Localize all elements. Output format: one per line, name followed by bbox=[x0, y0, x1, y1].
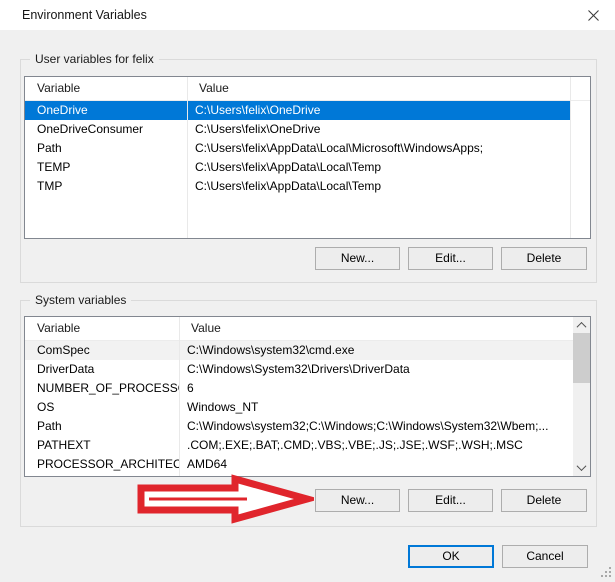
column-divider[interactable] bbox=[179, 317, 180, 476]
value-cell: C:\Windows\System32\Drivers\DriverData bbox=[179, 360, 573, 379]
system-variables-table: Variable Value ComSpec C:\Windows\system… bbox=[24, 316, 591, 477]
value-cell: 6 bbox=[179, 379, 573, 398]
chevron-down-icon bbox=[577, 461, 587, 471]
table-row[interactable]: OS Windows_NT bbox=[25, 398, 573, 417]
value-cell: .COM;.EXE;.BAT;.CMD;.VBS;.VBE;.JS;.JSE;.… bbox=[179, 436, 573, 455]
vertical-scrollbar[interactable] bbox=[573, 317, 590, 476]
variable-cell: PATHEXT bbox=[25, 436, 179, 455]
variable-cell: OneDrive bbox=[25, 101, 187, 120]
column-divider[interactable] bbox=[570, 77, 571, 238]
cancel-button[interactable]: Cancel bbox=[502, 545, 588, 568]
resize-grip[interactable] bbox=[600, 566, 612, 578]
table-row[interactable]: PROCESSOR_ARCHITECTURE AMD64 bbox=[25, 455, 573, 474]
value-cell: Windows_NT bbox=[179, 398, 573, 417]
value-cell: C:\Users\felix\OneDrive bbox=[187, 120, 590, 139]
value-cell: C:\Users\felix\AppData\Local\Temp bbox=[187, 158, 590, 177]
user-variables-table: Variable Value OneDrive C:\Users\felix\O… bbox=[24, 76, 591, 239]
table-row[interactable]: TMP C:\Users\felix\AppData\Local\Temp bbox=[25, 177, 590, 196]
table-row[interactable]: TEMP C:\Users\felix\AppData\Local\Temp bbox=[25, 158, 590, 177]
scrollbar-thumb[interactable] bbox=[573, 333, 590, 383]
value-cell: C:\Users\felix\AppData\Local\Microsoft\W… bbox=[187, 139, 590, 158]
table-header: Variable Value bbox=[25, 77, 590, 101]
variable-cell: OS bbox=[25, 398, 179, 417]
column-header-variable[interactable]: Variable bbox=[25, 317, 179, 340]
variable-cell: OneDriveConsumer bbox=[25, 120, 187, 139]
table-row[interactable]: OneDrive C:\Users\felix\OneDrive bbox=[25, 101, 570, 120]
variable-cell: Path bbox=[25, 139, 187, 158]
value-cell: C:\Users\felix\OneDrive bbox=[187, 101, 570, 120]
column-header-value[interactable]: Value bbox=[179, 317, 221, 340]
table-row[interactable]: PATHEXT .COM;.EXE;.BAT;.CMD;.VBS;.VBE;.J… bbox=[25, 436, 573, 455]
table-row[interactable]: Path C:\Users\felix\AppData\Local\Micros… bbox=[25, 139, 590, 158]
close-icon bbox=[587, 9, 600, 22]
table-row[interactable]: DriverData C:\Windows\System32\Drivers\D… bbox=[25, 360, 573, 379]
column-header-value[interactable]: Value bbox=[187, 77, 229, 100]
table-row[interactable]: Path C:\Windows\system32;C:\Windows;C:\W… bbox=[25, 417, 573, 436]
variable-cell: ComSpec bbox=[25, 341, 179, 360]
table-row[interactable]: ComSpec C:\Windows\system32\cmd.exe bbox=[25, 341, 573, 360]
value-cell: C:\Windows\system32\cmd.exe bbox=[179, 341, 573, 360]
user-edit-button[interactable]: Edit... bbox=[408, 247, 493, 270]
close-button[interactable] bbox=[579, 3, 607, 27]
system-edit-button[interactable]: Edit... bbox=[408, 489, 493, 512]
ok-button[interactable]: OK bbox=[408, 545, 494, 568]
system-new-button[interactable]: New... bbox=[315, 489, 400, 512]
variable-cell: PROCESSOR_ARCHITECTURE bbox=[25, 455, 179, 474]
user-new-button[interactable]: New... bbox=[315, 247, 400, 270]
table-header: Variable Value bbox=[25, 317, 573, 341]
value-cell: C:\Windows\system32;C:\Windows;C:\Window… bbox=[179, 417, 573, 436]
system-delete-button[interactable]: Delete bbox=[501, 489, 587, 512]
environment-variables-dialog: Environment Variables User variables for… bbox=[0, 0, 615, 582]
variable-cell: TEMP bbox=[25, 158, 187, 177]
value-cell: C:\Users\felix\AppData\Local\Temp bbox=[187, 177, 590, 196]
variable-cell: Path bbox=[25, 417, 179, 436]
table-row[interactable]: OneDriveConsumer C:\Users\felix\OneDrive bbox=[25, 120, 590, 139]
window-title: Environment Variables bbox=[22, 0, 147, 30]
table-row[interactable]: NUMBER_OF_PROCESSORS 6 bbox=[25, 379, 573, 398]
system-variables-label: System variables bbox=[30, 293, 131, 307]
chevron-up-icon bbox=[577, 322, 587, 332]
title-bar: Environment Variables bbox=[0, 0, 615, 30]
value-cell: AMD64 bbox=[179, 455, 573, 474]
column-divider[interactable] bbox=[187, 77, 188, 238]
user-variables-label: User variables for felix bbox=[30, 52, 159, 66]
scroll-down-button[interactable] bbox=[573, 459, 590, 476]
variable-cell: NUMBER_OF_PROCESSORS bbox=[25, 379, 179, 398]
column-header-variable[interactable]: Variable bbox=[25, 77, 187, 100]
variable-cell: TMP bbox=[25, 177, 187, 196]
scroll-up-button[interactable] bbox=[573, 317, 590, 334]
variable-cell: DriverData bbox=[25, 360, 179, 379]
user-delete-button[interactable]: Delete bbox=[501, 247, 587, 270]
